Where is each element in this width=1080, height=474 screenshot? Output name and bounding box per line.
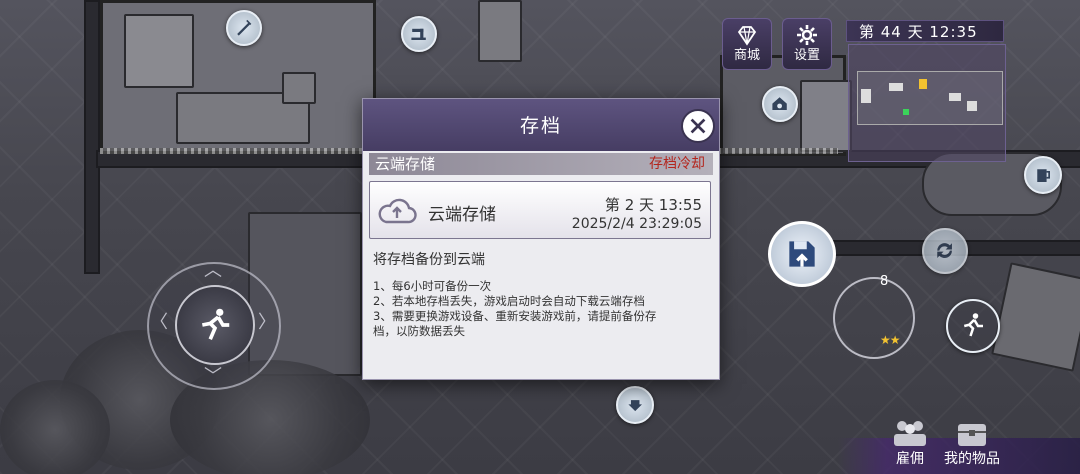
barbed-wire: [100, 148, 362, 154]
weapon-stars: ★★: [880, 333, 900, 347]
slot-day-time: 第 2 天 13:55: [604, 196, 702, 214]
diamond-icon: [737, 26, 757, 46]
joystick-right-arrow: 〉: [258, 312, 276, 333]
cloud-save-slot[interactable]: 云端存储 第 2 天 13:55 2025/2/4 23:29:05: [369, 181, 711, 239]
crate: [478, 0, 522, 62]
save-dialog: 存档 云端存储 存档冷却 云端存储 第 2 天 13:55 2025/2/4 2…: [362, 98, 720, 380]
mug-icon: [1037, 169, 1050, 182]
planks: [991, 262, 1080, 372]
minimap-marker: [889, 83, 903, 91]
my-items-label: 我的物品: [944, 451, 1000, 467]
day-time-display: 第 44 天 12:35: [846, 20, 1004, 42]
joystick-up-arrow: ︿: [204, 260, 222, 281]
sewing-icon: [411, 29, 427, 41]
close-button[interactable]: [681, 109, 715, 143]
description-list: 1、每6小时可备份一次 2、若本地存档丢失，游戏启动时会自动下载云端存档 3、需…: [373, 279, 711, 339]
minimap-marker: [861, 89, 871, 103]
settings-button[interactable]: 设置: [782, 18, 832, 70]
hire-label: 雇佣: [896, 451, 924, 467]
settings-label: 设置: [793, 48, 820, 63]
joystick-left-arrow: 〈: [150, 312, 168, 333]
minimap-marker: [967, 101, 977, 111]
sewing-machine-icon[interactable]: [401, 16, 437, 52]
scroll-down-button[interactable]: [616, 386, 654, 424]
dog-house-icon[interactable]: [762, 86, 798, 122]
my-items-button[interactable]: 我的物品: [944, 418, 1000, 468]
hire-button[interactable]: 雇佣: [888, 418, 932, 468]
shop-button[interactable]: 商城: [722, 18, 772, 70]
chest-icon: [958, 424, 986, 446]
description-line: 1、每6小时可备份一次: [373, 279, 492, 293]
beer-icon[interactable]: [1024, 156, 1062, 194]
ammo-count: 8: [880, 274, 889, 289]
cloud-storage-section: 云端存储 存档冷却: [369, 153, 713, 175]
tools-icon[interactable]: [226, 10, 262, 46]
crate: [124, 14, 194, 88]
weapon-aim-ring[interactable]: [833, 277, 915, 359]
slot-name: 云端存储: [428, 205, 496, 225]
sprint-button[interactable]: [946, 299, 1000, 353]
dialog-title: 存档: [363, 99, 719, 151]
cooldown-label: 存档冷却: [649, 156, 705, 172]
description-title: 将存档备份到云端: [373, 252, 485, 268]
bush: [0, 380, 110, 474]
cycle-icon: [937, 243, 953, 259]
minimap-marker: [949, 93, 961, 101]
cloud-upload-icon: [378, 198, 417, 224]
description-line: 2、若本地存档丢失，游戏启动时会自动下载云端存档: [373, 294, 645, 308]
section-label: 云端存储: [375, 155, 436, 173]
minimap-marker: [919, 79, 927, 89]
running-man-icon: [201, 308, 230, 340]
shop-label: 商城: [733, 48, 760, 63]
people-icon: [894, 421, 926, 446]
joystick-knob[interactable]: [175, 285, 255, 365]
saw-icon: [237, 20, 252, 36]
arrow-down-icon: [628, 399, 642, 411]
slot-datetime: 2025/2/4 23:29:05: [571, 216, 702, 232]
house-icon: [772, 97, 788, 111]
gear-icon: [797, 25, 817, 45]
crate: [282, 72, 316, 104]
minimap-player-marker: [903, 109, 909, 115]
crate: [800, 80, 852, 152]
save-game-button[interactable]: [768, 221, 836, 287]
description-line: 3、需要更换游戏设备、重新安装游戏前，请提前备份存: [373, 309, 657, 323]
description-line: 档，以防数据丢失: [373, 324, 465, 338]
joystick-down-arrow: ﹀: [204, 366, 222, 387]
close-icon: [690, 118, 706, 134]
barbed-wire: [718, 148, 838, 154]
floppy-upload-icon: [789, 241, 815, 267]
minimap-area: [857, 71, 1003, 125]
minimap[interactable]: [848, 44, 1006, 162]
switch-weapon-button[interactable]: [922, 228, 968, 274]
running-man-icon: [963, 313, 983, 337]
wall: [84, 0, 100, 274]
